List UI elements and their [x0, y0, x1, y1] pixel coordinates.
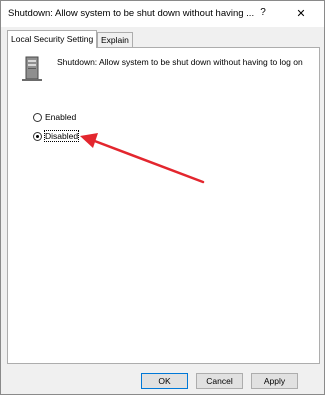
window-title: Shutdown: Allow system to be shut down w…	[8, 8, 255, 19]
title-bar: Shutdown: Allow system to be shut down w…	[1, 1, 324, 27]
policy-computer-icon	[22, 56, 42, 81]
disabled-label[interactable]: Disabled	[43, 130, 80, 142]
enabled-label[interactable]: Enabled	[45, 112, 76, 122]
settings-panel: Shutdown: Allow system to be shut down w…	[7, 47, 320, 364]
option-disabled[interactable]: Disabled	[33, 130, 80, 142]
tab-explain[interactable]: Explain	[97, 32, 133, 47]
close-button[interactable]: ✕	[294, 7, 308, 21]
apply-button[interactable]: Apply	[251, 373, 298, 389]
option-enabled[interactable]: Enabled	[33, 111, 76, 123]
policy-properties-dialog: Shutdown: Allow system to be shut down w…	[0, 0, 325, 395]
help-button[interactable]: ?	[257, 7, 269, 21]
enabled-radio[interactable]	[33, 112, 42, 122]
policy-name: Shutdown: Allow system to be shut down w…	[57, 57, 303, 67]
disabled-radio[interactable]	[33, 131, 42, 141]
tab-local-security-setting[interactable]: Local Security Setting	[7, 30, 98, 48]
cancel-button[interactable]: Cancel	[196, 373, 243, 389]
ok-button[interactable]: OK	[141, 373, 188, 389]
